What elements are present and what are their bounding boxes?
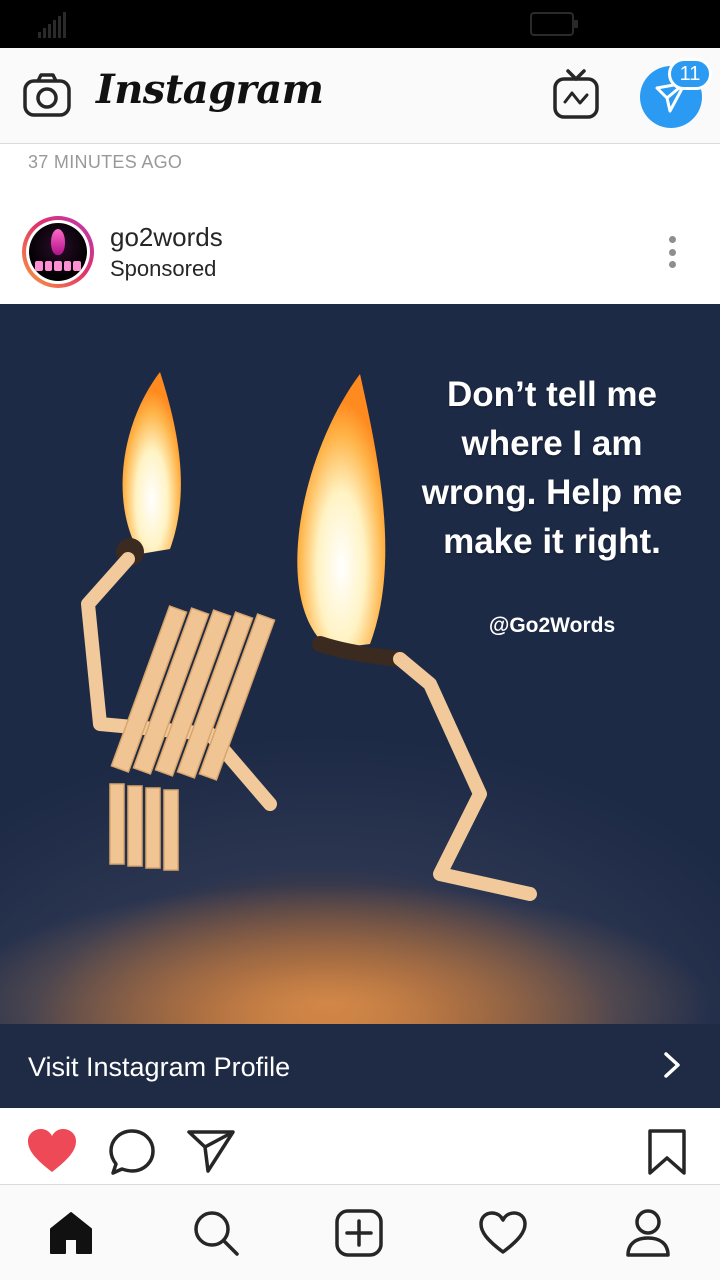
profile-icon[interactable] xyxy=(620,1205,676,1261)
like-icon[interactable] xyxy=(26,1128,78,1179)
visit-profile-label: Visit Instagram Profile xyxy=(28,1052,291,1082)
post-image[interactable]: Don’t tell me where I am wrong. Help me … xyxy=(0,304,720,1024)
home-icon[interactable] xyxy=(43,1205,99,1261)
share-icon[interactable] xyxy=(186,1128,236,1179)
top-nav: Instagram 11 xyxy=(0,48,720,144)
save-icon[interactable] xyxy=(646,1128,688,1181)
post-username[interactable]: go2words xyxy=(110,222,223,253)
post-timestamp: 37 MINUTES AGO xyxy=(28,152,183,172)
post-header: go2words Sponsored xyxy=(0,200,720,304)
post-quote: Don’t tell me where I am wrong. Help me … xyxy=(421,375,683,561)
visit-profile-button[interactable]: Visit Instagram Profile xyxy=(0,1024,720,1108)
divider xyxy=(28,1106,692,1108)
avatar[interactable] xyxy=(22,216,94,288)
battery-icon xyxy=(530,12,578,36)
more-options-icon[interactable] xyxy=(660,232,684,272)
search-icon[interactable] xyxy=(188,1205,244,1261)
camera-icon[interactable] xyxy=(22,72,72,118)
post-actions xyxy=(0,1110,720,1184)
igtv-icon[interactable] xyxy=(552,68,600,120)
status-bar xyxy=(0,0,720,48)
instagram-logo: Instagram xyxy=(96,66,324,113)
new-post-icon[interactable] xyxy=(331,1205,387,1261)
activity-icon[interactable] xyxy=(475,1205,531,1261)
bottom-nav xyxy=(0,1184,720,1280)
direct-badge: 11 xyxy=(668,58,712,90)
comment-icon[interactable] xyxy=(108,1128,156,1181)
sponsored-label: Sponsored xyxy=(110,256,217,281)
chevron-right-icon xyxy=(660,1050,684,1080)
post-image-handle: @Go2Words xyxy=(488,614,616,637)
signal-icon xyxy=(38,10,72,38)
